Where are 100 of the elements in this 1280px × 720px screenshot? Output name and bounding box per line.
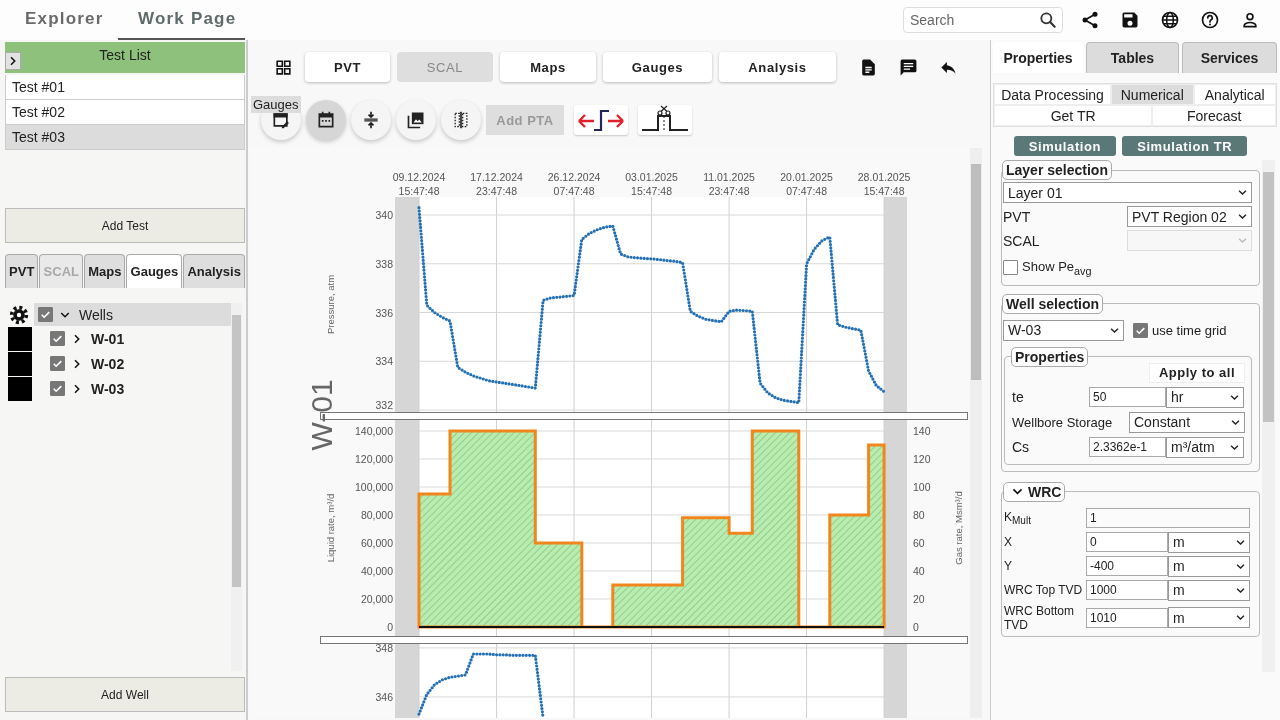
tab[interactable]: Analysis bbox=[183, 254, 246, 288]
dropdown[interactable]: m bbox=[1168, 555, 1250, 577]
input-field[interactable]: 0 bbox=[1086, 532, 1168, 553]
input-field[interactable]: 1 bbox=[1086, 508, 1250, 529]
tick-label: 40 bbox=[913, 565, 925, 577]
expand-button[interactable] bbox=[5, 52, 21, 70]
chart-title: W-01 bbox=[304, 379, 339, 451]
tab[interactable]: Gauges bbox=[126, 254, 183, 288]
group-title: Well selection bbox=[1002, 293, 1104, 314]
tree-item[interactable]: W-03 bbox=[91, 380, 125, 397]
splitter[interactable] bbox=[320, 636, 968, 644]
field-label: PVT bbox=[1003, 208, 1032, 225]
checkbox[interactable] bbox=[50, 356, 65, 372]
tab[interactable]: Tables bbox=[1086, 42, 1179, 73]
list-item[interactable]: Test #01 bbox=[5, 75, 245, 100]
tree-item[interactable]: W-01 bbox=[91, 330, 125, 347]
action-button[interactable]: Simulation bbox=[1013, 136, 1117, 156]
add-test-button[interactable]: Add Test bbox=[5, 208, 245, 243]
toolbar-button[interactable]: Analysis bbox=[719, 52, 836, 82]
tick-label: 120 bbox=[913, 453, 931, 465]
split-button[interactable] bbox=[441, 100, 481, 140]
tab[interactable]: Properties bbox=[993, 42, 1083, 73]
tick-label: 17.12.2024 23:47:48 bbox=[470, 171, 523, 197]
dropdown[interactable]: hr bbox=[1166, 386, 1244, 408]
input-field[interactable]: 1010 bbox=[1086, 607, 1168, 628]
toolbar-button[interactable]: Gauges bbox=[603, 52, 712, 82]
tick-label: 120,000 bbox=[355, 453, 393, 465]
globe-icon[interactable] bbox=[1160, 10, 1180, 30]
field-label: X bbox=[1004, 535, 1013, 550]
tick-label: 0 bbox=[913, 621, 919, 633]
add-well-button[interactable]: Add Well bbox=[5, 677, 245, 712]
search-field[interactable]: Search bbox=[903, 7, 1063, 33]
dropdown[interactable]: W-03 bbox=[1003, 319, 1124, 341]
tick-label: 80 bbox=[913, 509, 925, 521]
user-icon[interactable] bbox=[1240, 10, 1260, 30]
tick-label: 338 bbox=[375, 257, 393, 270]
tab[interactable]: Analytical bbox=[1193, 84, 1276, 105]
field-label: WRC Top TVD bbox=[1004, 583, 1084, 598]
tick-label: 336 bbox=[375, 306, 393, 319]
settings-icon[interactable] bbox=[8, 303, 30, 326]
tab[interactable]: Numerical bbox=[1111, 84, 1194, 105]
checkbox[interactable] bbox=[38, 307, 53, 322]
tab[interactable]: Get TR bbox=[994, 105, 1153, 126]
tick-label: 140,000 bbox=[355, 425, 393, 437]
dropdown[interactable]: PVT Region 02 bbox=[1127, 206, 1252, 227]
tick-label: 40,000 bbox=[360, 565, 393, 577]
scrollbar[interactable] bbox=[970, 148, 982, 718]
photos-button[interactable] bbox=[396, 100, 436, 140]
dropdown[interactable]: m bbox=[1168, 531, 1250, 553]
tree-item[interactable]: Wells bbox=[34, 303, 231, 326]
field-label: te bbox=[1012, 389, 1025, 406]
input-field[interactable]: 2.3362e-1 bbox=[1089, 437, 1166, 458]
action-button[interactable]: Simulation TR bbox=[1122, 136, 1248, 156]
tick-label: 60,000 bbox=[360, 537, 393, 549]
cut-step-button[interactable] bbox=[638, 105, 692, 135]
input-field[interactable]: -400 bbox=[1086, 556, 1168, 577]
toolbar-button[interactable]: Maps bbox=[500, 52, 596, 82]
document-icon[interactable] bbox=[859, 57, 878, 77]
input-field[interactable]: 1000 bbox=[1086, 580, 1168, 601]
grid-icon[interactable] bbox=[274, 57, 293, 77]
dropdown[interactable]: m bbox=[1168, 579, 1250, 601]
tree-label: Wells bbox=[79, 306, 113, 323]
dropdown[interactable]: Constant bbox=[1129, 411, 1245, 433]
list-item[interactable]: Test #02 bbox=[5, 100, 245, 125]
compress-button[interactable] bbox=[351, 100, 391, 140]
field-label: WRC Bottom TVD bbox=[1004, 603, 1075, 632]
field-label: Y bbox=[1004, 559, 1013, 574]
tab[interactable]: Data Processing bbox=[994, 84, 1111, 105]
dropdown[interactable]: m³/atm bbox=[1166, 436, 1244, 458]
input-field[interactable]: 50 bbox=[1089, 387, 1166, 408]
scrollbar[interactable] bbox=[231, 303, 242, 671]
shift-arrows-button[interactable] bbox=[574, 105, 628, 135]
checkbox[interactable] bbox=[1003, 260, 1018, 276]
tab[interactable]: Forecast bbox=[1152, 105, 1276, 126]
tree-item[interactable]: W-02 bbox=[91, 355, 125, 372]
dropdown[interactable]: Layer 01 bbox=[1003, 182, 1252, 203]
group-title: Layer selection bbox=[1002, 160, 1112, 180]
tab[interactable]: Maps bbox=[84, 254, 126, 288]
list-item[interactable]: Test #03 bbox=[5, 125, 245, 150]
help-icon[interactable] bbox=[1200, 10, 1220, 30]
tab[interactable]: Services bbox=[1182, 42, 1277, 73]
dropdown[interactable]: m bbox=[1168, 607, 1250, 629]
tick-label: 26.12.2024 07:47:48 bbox=[547, 171, 601, 197]
panel-header: Test List bbox=[5, 42, 245, 73]
apply-button[interactable]: Apply to all bbox=[1149, 362, 1245, 383]
scrollbar[interactable] bbox=[1262, 160, 1275, 672]
checkbox[interactable] bbox=[1133, 322, 1148, 338]
toolbar-button[interactable]: PVT bbox=[305, 52, 390, 82]
page-tab[interactable]: Explorer bbox=[0, 0, 118, 40]
tick-label: 346 bbox=[375, 690, 393, 703]
share-icon[interactable] bbox=[1080, 10, 1100, 30]
save-icon[interactable] bbox=[1120, 10, 1140, 30]
tab[interactable]: PVT bbox=[5, 254, 39, 288]
checkbox[interactable] bbox=[50, 331, 65, 347]
tick-label: 100,000 bbox=[355, 481, 393, 493]
checkbox[interactable] bbox=[50, 381, 65, 397]
comment-icon[interactable] bbox=[899, 57, 918, 77]
calendar-button[interactable] bbox=[306, 100, 346, 140]
tick-label: 0 bbox=[387, 621, 393, 633]
field-label: SCAL bbox=[1003, 232, 1041, 249]
